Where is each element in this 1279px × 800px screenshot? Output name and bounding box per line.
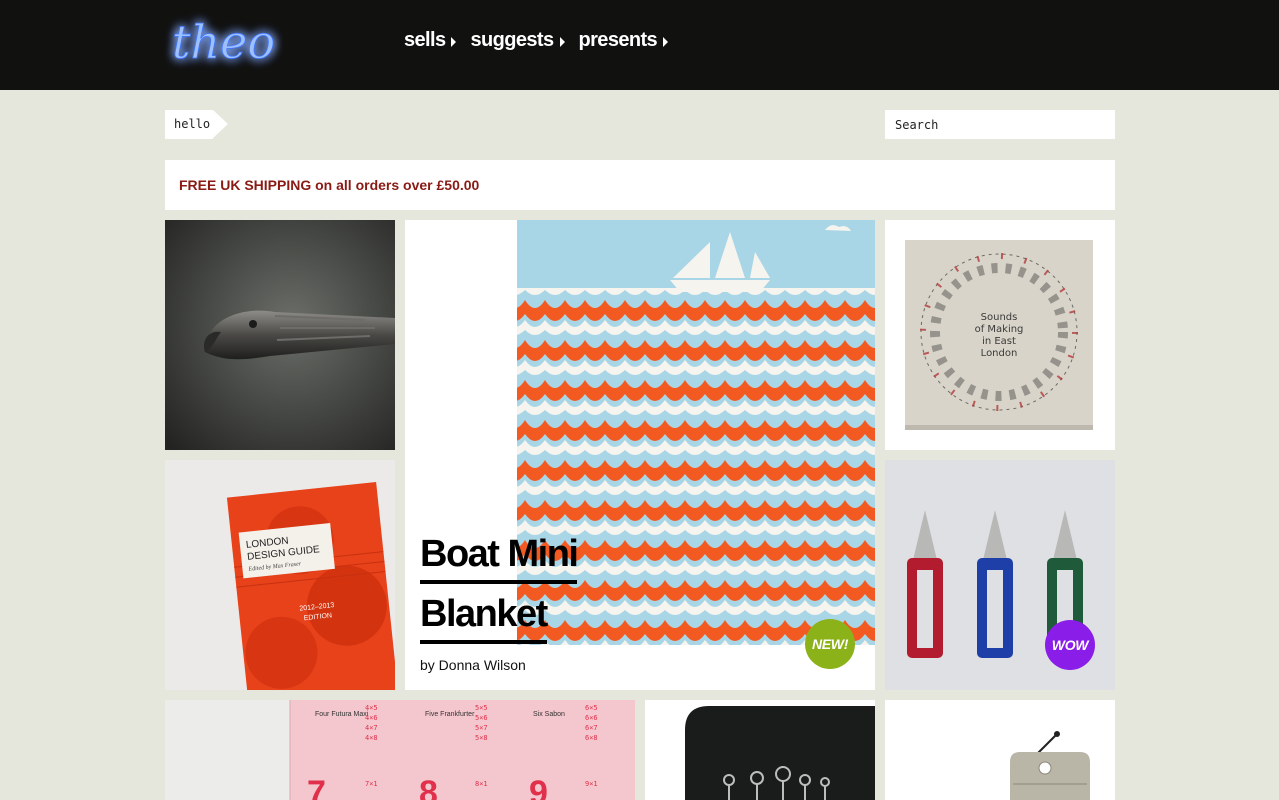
nav-sells[interactable]: sells: [404, 29, 457, 52]
svg-text:4×5: 4×5: [365, 704, 378, 712]
product-type-calendar[interactable]: Four Futura Maxi Five Frankfurter Six Sa…: [165, 700, 635, 800]
nav-presents-label: presents: [578, 29, 658, 51]
calendar-number-8: 8: [419, 774, 438, 800]
calendar-image: Four Futura Maxi Five Frankfurter Six Sa…: [165, 700, 598, 800]
svg-text:6×8: 6×8: [585, 734, 598, 742]
svg-text:9×1: 9×1: [585, 780, 598, 788]
product-sounds-record[interactable]: Sounds of Making in East London: [885, 220, 1115, 450]
calendar-label-3: Six Sabon: [533, 711, 565, 718]
svg-text:5×7: 5×7: [475, 724, 488, 732]
calendar-number-7: 7: [307, 774, 326, 800]
calendar-number-9: 9: [529, 774, 548, 800]
svg-text:5×8: 5×8: [475, 734, 488, 742]
greeting-tag-arrow: [213, 110, 228, 138]
caret-right-icon: [559, 36, 565, 47]
main-nav: sells suggests presents: [404, 29, 669, 52]
svg-text:5×6: 5×6: [475, 714, 488, 722]
featured-product-boat-blanket[interactable]: Boat Mini Blanket by Donna Wilson NEW!: [405, 220, 875, 690]
svg-text:7×1: 7×1: [365, 780, 378, 788]
top-bar: theo sells suggests presents: [0, 0, 1279, 90]
svg-text:6×5: 6×5: [585, 704, 598, 712]
product-key-rack[interactable]: [645, 700, 875, 800]
nav-suggests[interactable]: suggests: [470, 29, 565, 52]
nav-suggests-label: suggests: [470, 29, 554, 51]
wow-badge: WOW: [1045, 620, 1095, 670]
svg-text:London: London: [981, 348, 1018, 359]
eagle-opener-image: [165, 220, 395, 450]
logo-text: theo: [172, 15, 275, 69]
svg-text:Sounds: Sounds: [981, 312, 1018, 323]
book-cover-image: LONDON DESIGN GUIDE Edited by Max Fraser…: [226, 481, 395, 690]
calendar-label-1: Four Futura Maxi: [315, 711, 369, 718]
tag-gadget-image: [1010, 731, 1090, 800]
key-rack-image: [685, 706, 875, 800]
svg-text:4×8: 4×8: [365, 734, 378, 742]
svg-text:4×7: 4×7: [365, 724, 378, 732]
record-sleeve-image: Sounds of Making in East London: [905, 240, 1093, 430]
search-input[interactable]: [885, 110, 1115, 139]
svg-text:6×7: 6×7: [585, 724, 598, 732]
svg-text:6×6: 6×6: [585, 714, 598, 722]
feature-title-line2: Blanket: [420, 590, 548, 644]
product-tag-gadget[interactable]: [885, 700, 1115, 800]
svg-text:8×1: 8×1: [475, 780, 488, 788]
svg-text:5×5: 5×5: [475, 704, 488, 712]
feature-title[interactable]: Boat Mini Blanket: [420, 530, 579, 650]
svg-text:in East: in East: [982, 336, 1016, 347]
product-thread-snips[interactable]: WOW: [885, 460, 1115, 690]
caret-right-icon: [451, 36, 457, 47]
greeting-tag: hello: [165, 110, 213, 139]
feature-byline: by Donna Wilson: [420, 657, 526, 673]
nav-presents[interactable]: presents: [579, 29, 669, 52]
svg-text:4×6: 4×6: [365, 714, 378, 722]
caret-right-icon: [663, 36, 669, 47]
theo-logo[interactable]: theo: [160, 6, 345, 82]
calendar-label-2: Five Frankfurter: [425, 711, 475, 718]
product-london-design-guide[interactable]: LONDON DESIGN GUIDE Edited by Max Fraser…: [165, 460, 395, 690]
new-badge: NEW!: [805, 619, 855, 669]
shipping-banner: FREE UK SHIPPING on all orders over £50.…: [165, 160, 1115, 210]
product-eagle-opener[interactable]: [165, 220, 395, 450]
nav-sells-label: sells: [404, 29, 446, 51]
svg-text:of Making: of Making: [975, 324, 1024, 335]
feature-title-line1: Boat Mini: [420, 530, 579, 584]
